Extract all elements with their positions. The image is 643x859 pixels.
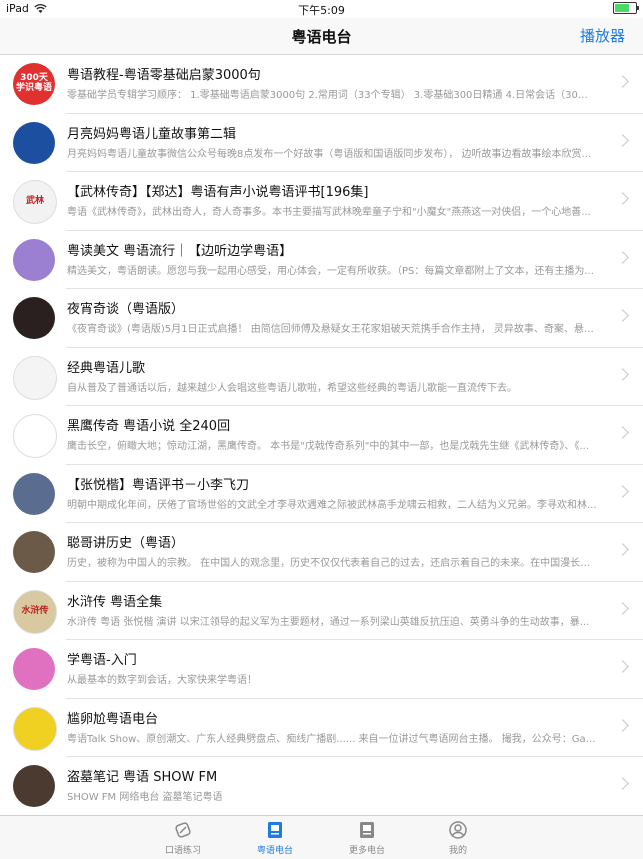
avatar-text: 水浒传 xyxy=(21,605,49,616)
chevron-right-icon xyxy=(616,75,629,88)
item-description: 从最基本的数字到会话，大家快来学粤语！ xyxy=(67,675,257,686)
item-description: 粤语Talk Show、原创潮文、广东人经典劈盘点、痴线广播剧...... 来自… xyxy=(67,733,597,745)
station-avatar xyxy=(13,472,55,515)
item-description: 明朝中期成化年间，厌倦了官场世俗的文武全才李寻欢遇难之际被武林高手龙啸云相救，二… xyxy=(67,499,597,511)
item-description: 鹰击长空，俯瞰大地；惊动江湖，黑鹰传奇。 本书是"戊戟传奇系列"中的其中一部，也… xyxy=(67,441,589,452)
list-item[interactable]: 学粤语-入门从最基本的数字到会话，大家快来学粤语！ xyxy=(0,640,643,699)
item-title: 粤语教程-粤语零基础启蒙3000句 xyxy=(67,68,261,83)
item-description: 历史，被称为中国人的宗教。 在中国人的观念里，历史不仅仅代表着自己的过去，还启示… xyxy=(67,558,597,569)
list-item[interactable]: 黑鹰传奇 粤语小说 全240回鹰击长空，俯瞰大地；惊动江湖，黑鹰传奇。 本书是"… xyxy=(0,406,643,465)
item-title: 学粤语-入门 xyxy=(67,653,137,668)
chevron-right-icon xyxy=(616,484,629,498)
station-avatar xyxy=(13,765,55,807)
item-description: SHOW FM 网络电台 盗墓笔记粤语 xyxy=(67,792,223,803)
player-button[interactable]: 播放器 xyxy=(580,25,625,46)
chevron-right-icon xyxy=(616,777,629,790)
list-item[interactable]: 月亮妈妈粤语儿童故事第二辑月亮妈妈粤语儿童故事微信公众号每晚8点发布一个好故事（… xyxy=(0,114,643,173)
page-title: 粤语电台 xyxy=(291,28,352,46)
item-title: 粤读美文 粤语流行｜【边听边学粤语】 xyxy=(67,243,293,259)
list-item[interactable]: 聪哥讲历史（粤语） 历史，被称为中国人的宗教。 在中国人的观念里，历史不仅仅代表着… xyxy=(0,523,643,582)
item-title: 黑鹰传奇 粤语小说 全240回 xyxy=(67,419,231,434)
avatar-text: 武林 xyxy=(25,196,44,207)
station-avatar xyxy=(13,706,57,751)
item-description: 粤语《武林传奇》，武林出奇人，奇人奇事多。本书主要描写武林晚辈童子宁和"小魔女"… xyxy=(67,207,591,218)
chevron-right-icon xyxy=(616,601,629,615)
person-icon xyxy=(423,820,493,840)
station-avatar xyxy=(13,531,55,573)
station-avatar: 武林 xyxy=(13,180,57,224)
tab-bar: 口语练习 粤语电台 更多电台 我的 xyxy=(0,815,643,859)
chevron-right-icon xyxy=(616,133,629,147)
item-title: 尴卵尬粤语电台 xyxy=(67,711,159,727)
item-title: 经典粤语儿歌 xyxy=(67,360,146,376)
station-avatar xyxy=(13,297,55,339)
station-list: 300天 学识粤语 粤语教程-粤语零基础启蒙3000句零基础学员专辑学习顺序： 1… xyxy=(0,55,643,815)
item-title: 水浒传 粤语全集 xyxy=(67,594,163,610)
pen-icon xyxy=(148,820,218,840)
list-item[interactable]: 盗墓笔记 粤语 SHOW FM SHOW FM 网络电台 盗墓笔记粤语 xyxy=(0,757,643,815)
list-item[interactable]: 尴卵尬粤语电台粤语Talk Show、原创潮文、广东人经典劈盘点、痴线广播剧..… xyxy=(0,699,643,758)
tab-more-radio[interactable]: 更多电台 xyxy=(332,820,402,856)
tab-me[interactable]: 我的 xyxy=(423,820,493,856)
item-description: 自从普及了普通话以后，越来越少人会唱这些粤语儿歌啦，希望这些经典的粤语儿歌能一直… xyxy=(67,382,517,394)
chevron-right-icon xyxy=(616,367,629,381)
list-item[interactable]: 300天 学识粤语 粤语教程-粤语零基础启蒙3000句零基础学员专辑学习顺序： 1… xyxy=(0,55,643,114)
tab-cantonese-radio[interactable]: 粤语电台 xyxy=(240,820,310,856)
list-item[interactable]: 【张悦楷】粤语评书－小李飞刀明朝中期成化年间，厌倦了官场世俗的文武全才李寻欢遇难… xyxy=(0,465,643,524)
list-item[interactable]: 水浒传 水浒传 粤语全集水浒传 粤语 张悦楷 演讲 以宋江领导的起义军为主要题材，… xyxy=(0,582,643,641)
chevron-right-icon xyxy=(616,250,629,264)
chevron-right-icon xyxy=(616,543,629,556)
chevron-right-icon xyxy=(616,192,629,205)
item-title: 【武林传奇】【郑达】粤语有声小说粤语评书[196集] xyxy=(67,185,369,200)
item-description: 月亮妈妈粤语儿童故事微信公众号每晚8点发布一个好故事（粤语版和国语版同步发布），… xyxy=(67,148,592,160)
station-avatar xyxy=(13,121,55,164)
station-avatar xyxy=(13,355,57,400)
nav-bar: 粤语电台 播放器 xyxy=(0,18,643,55)
tab-practice[interactable]: 口语练习 xyxy=(148,820,218,856)
status-bar: iPad 下午5:09 xyxy=(0,0,643,18)
item-title: 【张悦楷】粤语评书－小李飞刀 xyxy=(67,477,250,493)
item-title: 夜宵奇谈（粤语版） xyxy=(67,302,185,317)
chevron-right-icon xyxy=(616,660,629,673)
tab-label: 我的 xyxy=(448,846,467,856)
avatar-text: 300天 学识粤语 xyxy=(15,73,52,93)
item-description: 水浒传 粤语 张悦楷 演讲 以宋江领导的起义军为主要题材，通过一系列梁山英雄反抗… xyxy=(67,616,590,628)
item-title: 月亮妈妈粤语儿童故事第二辑 xyxy=(67,126,237,142)
list-item[interactable]: 夜宵奇谈（粤语版） 《夜宵奇谈》(粤语版)5月1日正式启播！ 由简信回师傅及悬疑女… xyxy=(0,289,643,348)
item-title: 聪哥讲历史（粤语） xyxy=(67,536,185,551)
station-avatar xyxy=(13,648,55,690)
station-avatar xyxy=(13,414,57,458)
status-time: 下午5:09 xyxy=(298,4,345,17)
item-description: 零基础学员专辑学习顺序： 1.零基础粤语启蒙3000句 2.常用词（33个专辑）… xyxy=(67,90,597,101)
item-description: 精选美文，粤语朗读。愿您与我一起用心感受，用心体会，一定有所收获。（PS：每篇文… xyxy=(67,265,594,277)
book-icon xyxy=(332,820,402,840)
tab-label: 口语练习 xyxy=(164,846,201,856)
tab-label: 更多电台 xyxy=(348,846,385,856)
tab-label: 粤语电台 xyxy=(256,846,293,856)
station-avatar: 300天 学识粤语 xyxy=(13,63,55,105)
list-item[interactable]: 武林 【武林传奇】【郑达】粤语有声小说粤语评书[196集] 粤语《武林传奇》，武林出… xyxy=(0,172,643,231)
item-description: 《夜宵奇谈》(粤语版)5月1日正式启播！ 由简信回师傅及悬疑女王花家姐破天荒携手… xyxy=(67,324,597,335)
chevron-right-icon xyxy=(616,309,629,322)
chevron-right-icon xyxy=(616,426,629,439)
chevron-right-icon xyxy=(616,718,629,732)
list-item[interactable]: 粤读美文 粤语流行｜【边听边学粤语】精选美文，粤语朗读。愿您与我一起用心感受，用… xyxy=(0,231,643,290)
radio-book-icon xyxy=(240,820,310,840)
station-avatar: 水浒传 xyxy=(13,589,57,634)
list-item[interactable]: 经典粤语儿歌自从普及了普通话以后，越来越少人会唱这些粤语儿歌啦，希望这些经典的粤… xyxy=(0,348,643,407)
item-title: 盗墓笔记 粤语 SHOW FM xyxy=(67,770,218,785)
battery-icon xyxy=(613,2,639,14)
station-avatar xyxy=(13,238,55,281)
status-right xyxy=(613,2,639,14)
